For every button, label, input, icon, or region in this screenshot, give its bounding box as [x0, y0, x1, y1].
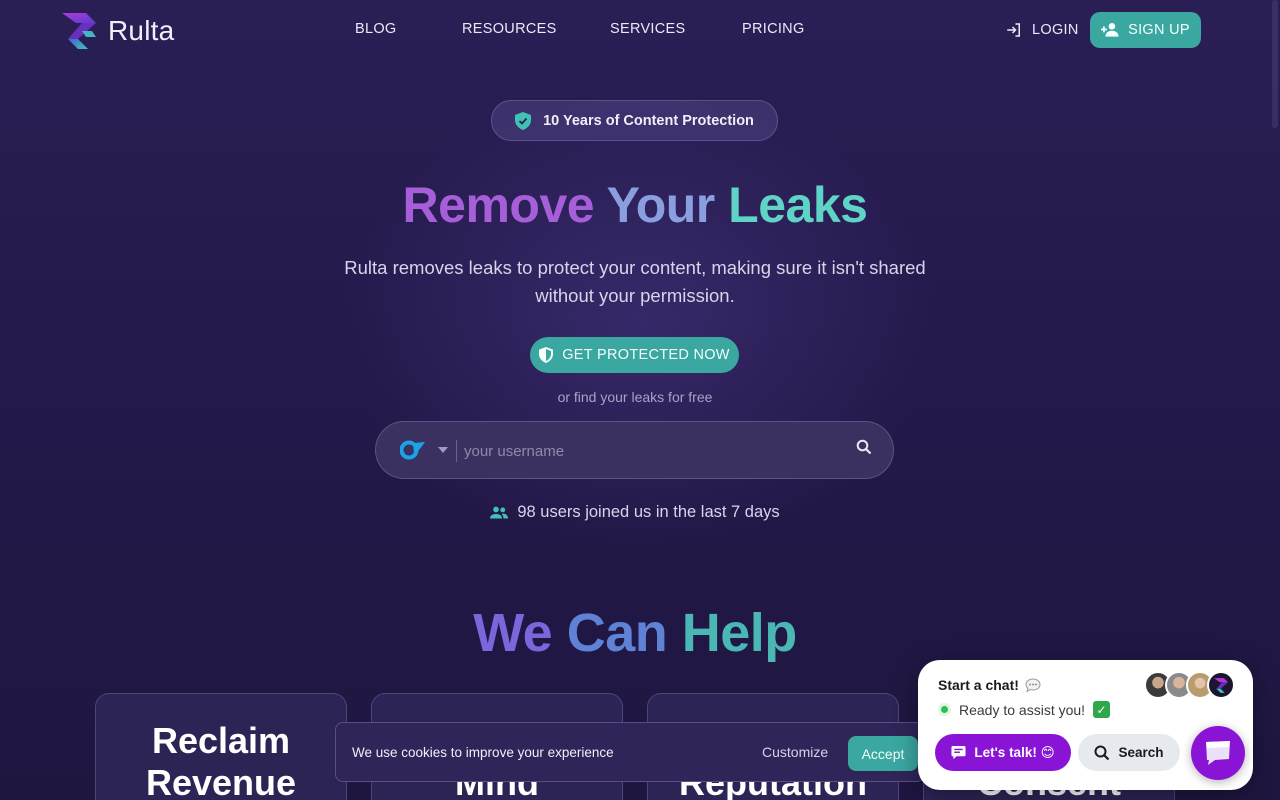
- chat-title-text: Start a chat!: [938, 677, 1019, 693]
- signup-button[interactable]: SIGN UP: [1090, 12, 1201, 48]
- hero-title-word-2: Your: [606, 177, 716, 233]
- chat-search-label: Search: [1118, 745, 1164, 760]
- shield-check-icon: [515, 111, 532, 130]
- onlyfans-icon: [399, 440, 425, 460]
- search-button[interactable]: [856, 439, 872, 460]
- hero-title: Remove Your Leaks: [0, 176, 1270, 234]
- cta-label: GET PROTECTED NOW: [562, 347, 730, 363]
- free-search-hint: or find your leaks for free: [557, 389, 713, 405]
- chat-status-text: Ready to assist you!: [959, 701, 1086, 718]
- hero-subtitle: Rulta removes leaks to protect your cont…: [344, 257, 926, 306]
- card-reclaim-revenue[interactable]: Reclaim Revenue: [95, 693, 347, 800]
- nav-blog[interactable]: BLOG: [355, 21, 397, 37]
- cookie-text: We use cookies to improve your experienc…: [352, 745, 614, 760]
- card-title: Reclaim Revenue: [145, 720, 297, 800]
- cookie-customize-button[interactable]: Customize: [762, 744, 828, 760]
- site-header: Rulta BLOG RESOURCES SERVICES PRICING LO…: [0, 0, 1280, 60]
- brand-logo[interactable]: Rulta: [62, 13, 174, 49]
- add-user-icon: [1101, 23, 1119, 37]
- cookie-accept-button[interactable]: Accept: [848, 736, 918, 771]
- hero-glow: [340, 90, 940, 550]
- rulta-logo-icon: [1214, 677, 1228, 693]
- cookie-banner: We use cookies to improve your experienc…: [335, 722, 925, 782]
- hero-title-word-1: Remove: [402, 177, 595, 233]
- check-mark-icon: ✓: [1093, 701, 1111, 718]
- users-joined-stat: 98 users joined us in the last 7 days: [0, 503, 1270, 522]
- page-scrollbar[interactable]: [1272, 0, 1278, 128]
- brand-name: Rulta: [108, 15, 175, 46]
- login-icon: [1007, 23, 1020, 37]
- chat-bubble-icon: [1206, 741, 1230, 765]
- chat-title: Start a chat!: [938, 677, 1041, 693]
- nav-resources[interactable]: RESOURCES: [462, 21, 557, 37]
- hero-title-word-3: Leaks: [728, 177, 868, 233]
- chat-icon: [951, 745, 966, 760]
- help-title-word-1: We: [473, 603, 553, 663]
- rulta-logo-icon: [62, 13, 96, 49]
- chevron-down-icon[interactable]: [438, 447, 448, 453]
- lets-talk-button[interactable]: Let's talk! 😊: [935, 734, 1071, 771]
- agent-avatars: [1144, 671, 1235, 699]
- lets-talk-label: Let's talk! 😊: [974, 744, 1055, 760]
- nav-pricing[interactable]: PRICING: [742, 21, 805, 37]
- speech-bubble-icon: [1025, 677, 1041, 693]
- badge-text: 10 Years of Content Protection: [543, 112, 754, 129]
- avatar: [1207, 671, 1235, 699]
- we-can-help-title: We Can Help: [0, 602, 1270, 664]
- signup-label: SIGN UP: [1128, 22, 1190, 38]
- users-icon: [490, 506, 509, 519]
- online-status-icon: [938, 703, 951, 716]
- search-icon: [856, 439, 872, 455]
- username-input[interactable]: [464, 437, 834, 465]
- nav-services[interactable]: SERVICES: [610, 21, 685, 37]
- search-divider: [456, 440, 457, 462]
- search-icon: [1094, 745, 1110, 760]
- platform-selector[interactable]: [399, 440, 426, 465]
- chat-status: Ready to assist you! ✓: [938, 701, 1111, 718]
- chat-launcher-button[interactable]: [1191, 726, 1245, 780]
- login-link[interactable]: LOGIN: [1005, 21, 1079, 39]
- help-title-word-3: Help: [681, 603, 798, 663]
- shield-icon: [539, 347, 554, 363]
- login-label: LOGIN: [1032, 22, 1079, 38]
- users-joined-text: 98 users joined us in the last 7 days: [517, 503, 780, 521]
- help-title-word-2: Can: [566, 603, 668, 663]
- get-protected-button[interactable]: GET PROTECTED NOW: [530, 337, 739, 373]
- protection-badge: 10 Years of Content Protection: [491, 100, 778, 141]
- username-search-box: [375, 421, 894, 479]
- chat-search-button[interactable]: Search: [1078, 734, 1180, 771]
